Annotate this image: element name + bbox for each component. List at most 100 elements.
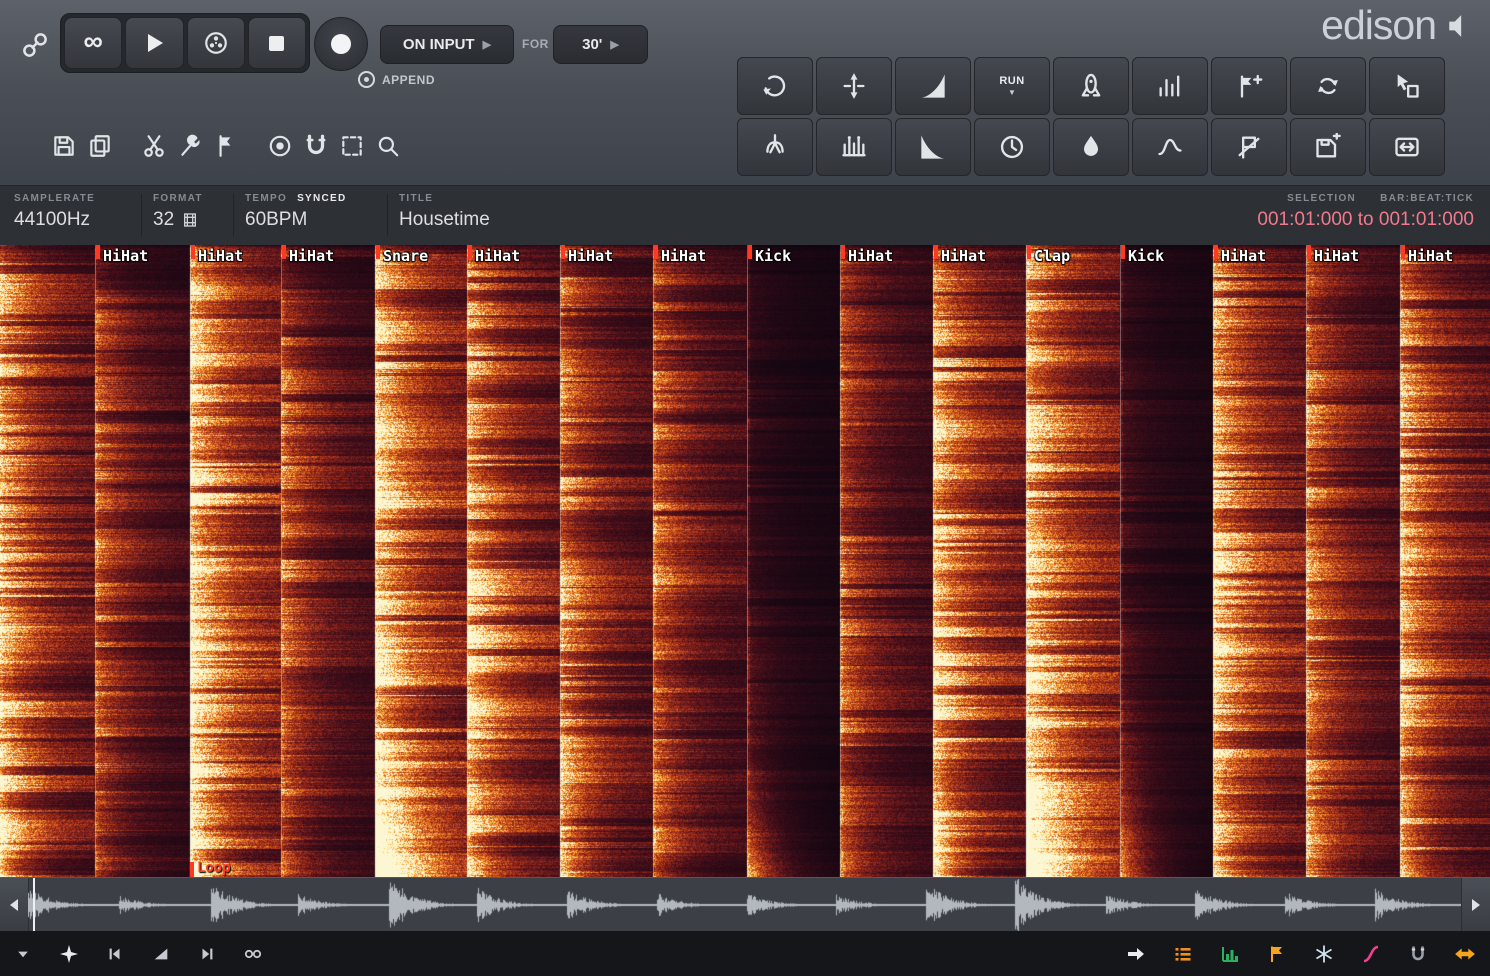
- claw-icon: [761, 133, 789, 161]
- edison-logo: edison: [1321, 2, 1472, 49]
- amp-button[interactable]: [1053, 57, 1129, 115]
- marker-label: HiHat: [941, 247, 986, 265]
- scissors-icon: [141, 133, 167, 159]
- zoom-button[interactable]: [370, 126, 406, 166]
- record-mode-dropdown[interactable]: ON INPUT▶: [380, 25, 514, 64]
- freeze-button[interactable]: [1313, 943, 1335, 965]
- previous-marker-button[interactable]: [104, 943, 126, 965]
- marker-flag-icon: [561, 245, 565, 259]
- marker-label: HiHat: [1314, 247, 1359, 265]
- denoise-button[interactable]: [737, 118, 813, 176]
- send-to-playlist-button[interactable]: [1369, 118, 1445, 176]
- harmonics-icon: [840, 133, 868, 161]
- link-loop-button[interactable]: [242, 943, 264, 965]
- marker-flag-icon: [1027, 245, 1031, 259]
- magnet-icon: [1408, 944, 1428, 964]
- marker-label: HiHat: [661, 247, 706, 265]
- center-button[interactable]: [816, 57, 892, 115]
- markers-button[interactable]: [1266, 943, 1288, 965]
- fade-tool-button[interactable]: [150, 943, 172, 965]
- turn-button[interactable]: [737, 57, 813, 115]
- play-button[interactable]: [125, 17, 183, 69]
- waveform-overview[interactable]: [0, 877, 1490, 932]
- title-field[interactable]: TITLE Housetime: [399, 193, 490, 231]
- overview-canvas[interactable]: [28, 879, 1462, 931]
- marker-flag-icon: [841, 245, 845, 259]
- drag-copy-button[interactable]: [1369, 57, 1445, 115]
- scroll-left-button[interactable]: [0, 878, 29, 932]
- magnet-icon: [303, 133, 329, 159]
- save-button[interactable]: [46, 126, 82, 166]
- flag-icon: [213, 133, 239, 159]
- chevron-right-icon: ▶: [483, 38, 491, 51]
- marker-button[interactable]: [208, 126, 244, 166]
- ramp-icon: [152, 945, 170, 963]
- spark-icon: [59, 944, 79, 964]
- fade-in-button[interactable]: [895, 57, 971, 115]
- marker-flag-icon: [1121, 245, 1125, 259]
- record-button[interactable]: [314, 17, 368, 71]
- marker-label: Clap: [1034, 247, 1070, 265]
- add-marker-button[interactable]: [1211, 57, 1287, 115]
- marker-flag-icon: [282, 245, 286, 259]
- marker-label: HiHat: [475, 247, 520, 265]
- snap-toggle-button[interactable]: [1407, 943, 1429, 965]
- copy-button[interactable]: [82, 126, 118, 166]
- fade-out-button[interactable]: [895, 118, 971, 176]
- harmonics-button[interactable]: [816, 118, 892, 176]
- chevron-down-icon: ▼: [1008, 88, 1016, 97]
- selection-icon: [339, 133, 365, 159]
- format-field[interactable]: FORMAT 32: [153, 193, 203, 231]
- tempo-field[interactable]: TEMPOSYNCED 60BPM: [245, 193, 347, 231]
- flag-icon: [1267, 944, 1287, 964]
- record-icon: [331, 34, 351, 54]
- smooth-button[interactable]: [1132, 118, 1208, 176]
- declip-button[interactable]: [1053, 118, 1129, 176]
- send-button[interactable]: [1125, 943, 1147, 965]
- run-script-button[interactable]: RUN▼: [974, 57, 1050, 115]
- select-button[interactable]: [334, 126, 370, 166]
- marker-flag-icon: [1401, 245, 1405, 259]
- marker-label: HiHat: [848, 247, 893, 265]
- levels-button[interactable]: [1219, 943, 1241, 965]
- edit-tool-button[interactable]: [172, 126, 208, 166]
- toolbar: ∞ APPEND ON INPUT▶ FOR 30'▶ edison: [0, 0, 1490, 186]
- snowflake-icon: [1314, 944, 1334, 964]
- next-marker-button[interactable]: [196, 943, 218, 965]
- droplet-icon: [1077, 133, 1105, 161]
- noise-gate-button[interactable]: [1211, 118, 1287, 176]
- chain-icon: [243, 944, 263, 964]
- double-arrow-icon: [1454, 943, 1476, 965]
- options-menu-button[interactable]: [12, 943, 34, 965]
- save-sample-button[interactable]: [1290, 118, 1366, 176]
- marker-label: Snare: [383, 247, 428, 265]
- stop-button[interactable]: [248, 17, 306, 69]
- playlist-button[interactable]: [1172, 943, 1194, 965]
- marker-flag-icon: [96, 245, 100, 259]
- time-stretch-button[interactable]: [974, 118, 1050, 176]
- marker-flag-icon: [654, 245, 658, 259]
- append-radio[interactable]: [358, 71, 375, 88]
- convolution-button[interactable]: [1290, 57, 1366, 115]
- loop-arrows-icon: [1314, 72, 1342, 100]
- loop-record-button[interactable]: ∞: [64, 17, 122, 69]
- send-box-icon: [1393, 133, 1421, 161]
- playhead[interactable]: [33, 878, 35, 932]
- spectrogram[interactable]: HiHatHiHatHiHatSnareHiHatHiHatHiHatKickH…: [0, 245, 1490, 877]
- snap-button[interactable]: [298, 126, 334, 166]
- fade-out-icon: [919, 133, 947, 161]
- slide-button[interactable]: [1360, 943, 1382, 965]
- view-button[interactable]: [262, 126, 298, 166]
- stretch-button[interactable]: [1454, 943, 1476, 965]
- cut-button[interactable]: [136, 126, 172, 166]
- chart-icon: [1220, 944, 1240, 964]
- marker-label: Kick: [1128, 247, 1164, 265]
- marker-flag-icon: [1307, 245, 1311, 259]
- record-time-dropdown[interactable]: 30'▶: [553, 25, 648, 64]
- scroll-right-button[interactable]: [1461, 878, 1490, 932]
- spectrum-toggle-button[interactable]: [58, 943, 80, 965]
- stats-button[interactable]: [1132, 57, 1208, 115]
- append-option[interactable]: APPEND: [358, 71, 435, 88]
- record-source-button[interactable]: [187, 17, 245, 69]
- link-icon[interactable]: [16, 26, 54, 64]
